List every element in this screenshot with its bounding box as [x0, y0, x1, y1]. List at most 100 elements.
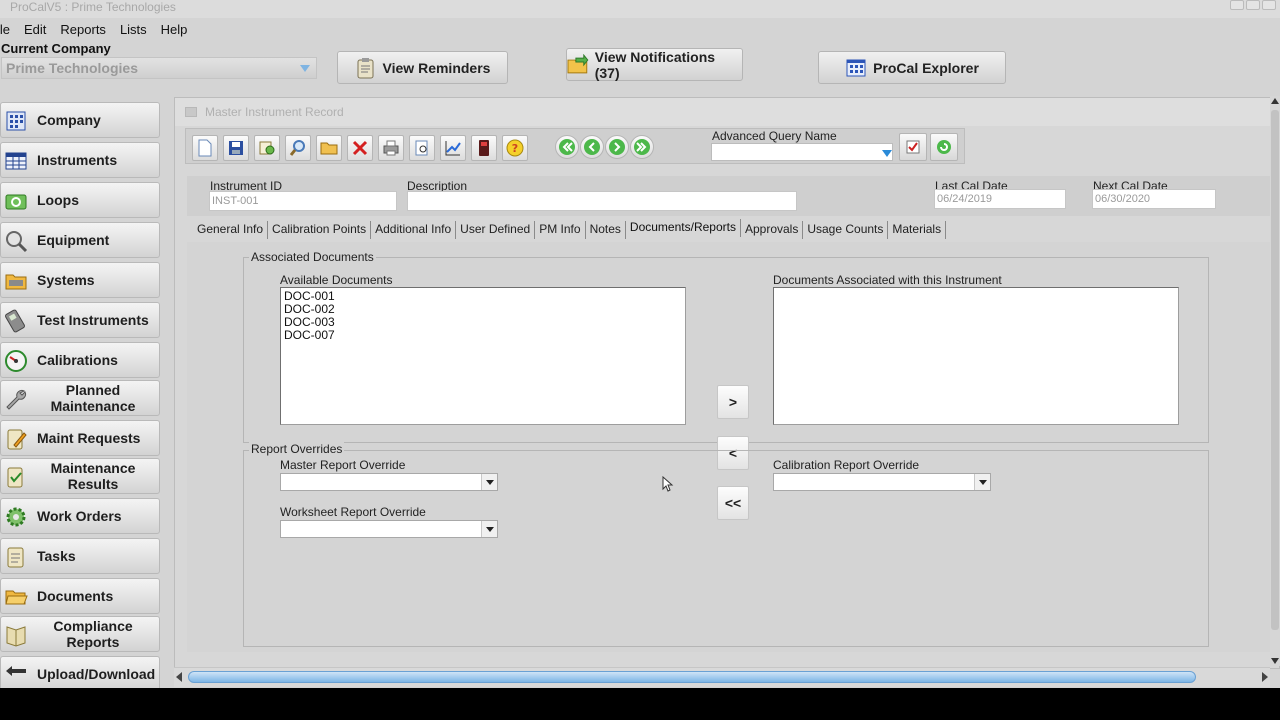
first-record-button[interactable] — [555, 135, 579, 159]
tab-calibration-points[interactable]: Calibration Points — [268, 221, 372, 239]
previous-record-button[interactable] — [580, 135, 604, 159]
chevron-down-icon[interactable] — [881, 147, 893, 159]
list-item[interactable]: DOC-007 — [281, 329, 685, 342]
sidebar-item-instruments[interactable]: Instruments — [0, 142, 160, 178]
sidebar-item-upload-download[interactable]: Upload/Download — [0, 656, 160, 688]
tab-materials[interactable]: Materials — [888, 221, 947, 239]
sidebar-item-calibrations[interactable]: Calibrations — [0, 342, 160, 378]
list-item[interactable]: DOC-003 — [281, 316, 685, 329]
refresh-query-button[interactable] — [930, 133, 958, 161]
sidebar-item-label: Planned Maintenance — [50, 382, 136, 414]
loop-icon — [5, 194, 27, 210]
refresh-icon — [937, 140, 951, 154]
sidebar-item-label: Loops — [37, 192, 79, 208]
sidebar-item-label: Maint Requests — [37, 430, 141, 446]
view-reminders-button[interactable]: View Reminders — [337, 51, 508, 84]
help-icon: ? — [506, 139, 524, 157]
sidebar-item-equipment[interactable]: Equipment — [0, 222, 160, 258]
add-document-button[interactable]: > — [717, 385, 749, 419]
sidebar-item-compliance-reports[interactable]: Compliance Reports — [0, 616, 160, 652]
available-documents-list[interactable]: DOC-001 DOC-002 DOC-003 DOC-007 — [280, 287, 686, 425]
master-report-override-select[interactable] — [280, 473, 498, 491]
scroll-right-icon[interactable] — [1262, 672, 1268, 682]
chevron-down-icon[interactable] — [481, 521, 497, 537]
last-record-button[interactable] — [630, 135, 654, 159]
sidebar-item-maintenance-results[interactable]: Maintenance Results — [0, 458, 160, 494]
sidebar-item-planned-maintenance[interactable]: Planned Maintenance — [0, 380, 160, 416]
tab-notes[interactable]: Notes — [586, 221, 626, 239]
associated-documents-list[interactable] — [773, 287, 1179, 425]
tab-approvals[interactable]: Approvals — [741, 221, 804, 239]
sidebar-item-maint-requests[interactable]: Maint Requests — [0, 420, 160, 456]
calculator-icon — [479, 140, 489, 156]
vertical-scrollbar[interactable] — [1270, 96, 1280, 666]
instrument-id-field[interactable]: INST-001 — [209, 191, 397, 211]
menu-edit[interactable]: Edit — [24, 20, 46, 40]
minimize-button[interactable] — [1230, 0, 1244, 10]
menu-lists[interactable]: Lists — [120, 20, 147, 40]
print-button[interactable] — [378, 135, 404, 161]
sidebar-item-label: Systems — [37, 272, 95, 288]
procal-explorer-button[interactable]: ProCal Explorer — [818, 51, 1006, 84]
chevron-down-icon[interactable] — [974, 474, 990, 490]
worksheet-report-override-select[interactable] — [280, 520, 498, 538]
maximize-button[interactable] — [1246, 0, 1260, 10]
open-button[interactable] — [316, 135, 342, 161]
clipboard-icon — [357, 57, 374, 78]
list-item[interactable]: DOC-001 — [281, 290, 685, 303]
tab-user-defined[interactable]: User Defined — [456, 221, 536, 239]
sidebar-item-loops[interactable]: Loops — [0, 182, 160, 218]
master-report-override-label: Master Report Override — [280, 458, 406, 472]
sidebar-item-test-instruments[interactable]: Test Instruments — [0, 302, 160, 338]
close-button[interactable] — [1262, 0, 1276, 10]
associated-documents-list-label: Documents Associated with this Instrumen… — [773, 273, 1002, 287]
last-cal-date-field[interactable]: 06/24/2019 — [934, 189, 1066, 209]
list-item[interactable]: DOC-002 — [281, 303, 685, 316]
tab-pm-info[interactable]: PM Info — [535, 221, 586, 239]
menu-reports[interactable]: Reports — [60, 20, 106, 40]
documents-reports-panel: Associated Documents Available Documents… — [187, 242, 1273, 652]
delete-button[interactable] — [347, 135, 373, 161]
tab-usage-counts[interactable]: Usage Counts — [803, 221, 889, 239]
tab-additional-info[interactable]: Additional Info — [371, 221, 457, 239]
next-record-button[interactable] — [605, 135, 629, 159]
print-preview-button[interactable] — [409, 135, 435, 161]
search-button[interactable] — [285, 135, 311, 161]
scrollbar-thumb[interactable] — [1271, 110, 1279, 630]
menu-file[interactable]: File — [0, 20, 10, 40]
chart-button[interactable] — [440, 135, 466, 161]
company-select[interactable]: Prime Technologies — [1, 57, 317, 79]
help-button[interactable]: ? — [502, 135, 528, 161]
chevron-down-icon[interactable] — [481, 474, 497, 490]
run-query-button[interactable] — [899, 133, 927, 161]
advanced-query-panel: Advanced Query Name — [706, 128, 968, 164]
search-icon — [289, 140, 305, 156]
tab-general-info[interactable]: General Info — [193, 221, 269, 239]
scrollbar-thumb[interactable] — [188, 671, 1196, 683]
menu-help[interactable]: Help — [161, 20, 188, 40]
view-reminders-label: View Reminders — [382, 59, 491, 76]
tab-documents-reports[interactable]: Documents/Reports — [626, 219, 741, 237]
sidebar-item-documents[interactable]: Documents — [0, 578, 160, 614]
advanced-query-select[interactable] — [711, 143, 893, 161]
clipboard-pencil-icon — [7, 429, 27, 450]
description-field[interactable] — [407, 191, 797, 211]
sidebar-item-company[interactable]: Company — [0, 102, 160, 138]
calibration-report-override-select[interactable] — [773, 473, 991, 491]
view-notifications-button[interactable]: View Notifications (37) — [566, 48, 743, 81]
scroll-down-icon[interactable] — [1271, 658, 1279, 664]
save-button[interactable] — [223, 135, 249, 161]
sidebar-item-work-orders[interactable]: Work Orders — [0, 498, 160, 534]
next-cal-date-field[interactable]: 06/30/2020 — [1092, 189, 1216, 209]
sidebar-item-systems[interactable]: Systems — [0, 262, 160, 298]
new-record-button[interactable] — [192, 135, 218, 161]
arrows-icon — [6, 666, 26, 676]
calculator-button[interactable] — [471, 135, 497, 161]
horizontal-scrollbar[interactable] — [174, 667, 1270, 687]
sidebar-item-tasks[interactable]: Tasks — [0, 538, 160, 574]
record-header: Instrument ID INST-001 Description Last … — [187, 176, 1273, 216]
scroll-up-icon[interactable] — [1271, 98, 1279, 104]
sidebar-item-label: Documents — [37, 588, 114, 604]
scroll-left-icon[interactable] — [176, 672, 182, 682]
copy-record-button[interactable] — [254, 135, 280, 161]
